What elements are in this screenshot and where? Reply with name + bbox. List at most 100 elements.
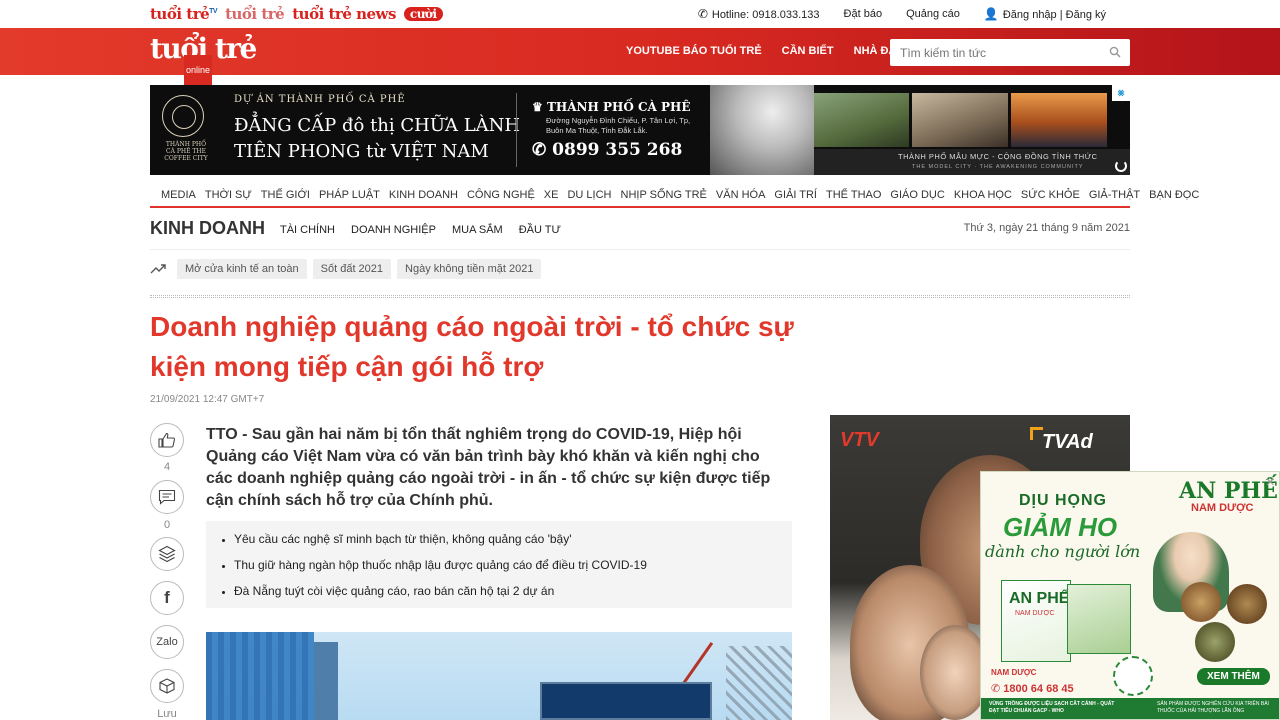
anphe-sticky-ad[interactable]: AN PHẾ NAM DƯỢC DỊU HỌNG GIẢM HO dành ch… [980,471,1280,720]
nav-thoi-su[interactable]: THỜI SỰ [205,189,252,201]
banner-ad[interactable]: THÀNH PHỐ CÀ PHÊ THE COFFEE CITY DỰ ÁN T… [150,85,1130,175]
article-image[interactable] [206,632,792,720]
close-icon[interactable]: × [1266,474,1275,492]
top-bar: tuổi trẻTV tuổi trẻ tuổi trẻ news cười ✆… [0,0,1280,28]
current-date: Thứ 3, ngày 21 tháng 9 năm 2021 [963,222,1130,234]
layers-icon [158,545,176,563]
nav-the-thao[interactable]: THỂ THAO [826,189,881,201]
brand-tuoitre-news[interactable]: tuổi trẻ news [292,5,396,23]
emblem-text: THÀNH PHỐ CÀ PHÊ THE COFFEE CITY [164,141,208,162]
advertise-link[interactable]: Quảng cáo [906,8,960,20]
related-item[interactable]: Đà Nẵng tuýt còi việc quảng cáo, rao bán… [234,582,792,600]
tag-mo-cua-kinh-te[interactable]: Mở cửa kinh tế an toàn [177,259,307,279]
phone-icon: ✆ [697,7,708,21]
save-button[interactable] [150,669,184,703]
banner-photo-sunset [1011,93,1107,147]
banner-photo-interior [912,93,1008,147]
brand-tuoitre-cuoi-tuan[interactable]: tuổi trẻ [225,5,285,23]
search-icon[interactable] [1109,46,1121,58]
section-subnav: TÀI CHÍNH DOANH NGHIỆP MUA SẮM ĐẦU TƯ [280,224,561,236]
anphe-line-3: dành cho người lớn [985,542,1141,561]
nav-du-lich[interactable]: DU LỊCH [567,189,611,201]
comment-count: 0 [163,519,171,531]
image-building [206,632,314,720]
dotted-divider [150,295,1130,298]
publish-date: 21/09/2021 12:47 GMT+7 [150,394,265,405]
save-label: Lưu [157,708,177,720]
banner-line-3: TIÊN PHONG từ VIỆT NAM [234,141,489,162]
coffee-city-emblem [162,95,204,137]
image-building-side [314,642,338,720]
related-item[interactable]: Thu giữ hàng ngàn hộp thuốc nhập lậu đượ… [234,556,792,574]
brand-links: tuổi trẻTV tuổi trẻ tuổi trẻ news cười [150,4,443,24]
nav-phap-luat[interactable]: PHÁP LUẬT [319,189,380,201]
header-nav-youtube[interactable]: YOUTUBE BÁO TUỔI TRẺ [626,45,762,57]
gacp-seal-icon [1113,656,1153,696]
subnav-tai-chinh[interactable]: TÀI CHÍNH [280,224,335,236]
comment-button[interactable] [150,480,184,514]
product-box-title: AN PHẾ [1009,590,1070,607]
see-more-button[interactable]: XEM THÊM [1197,668,1270,685]
anphe-brand-sub: NAM DƯỢC [1191,502,1254,514]
nav-cong-nghe[interactable]: CÔNG NGHỆ [467,189,535,201]
tag-sot-dat[interactable]: Sốt đất 2021 [312,259,392,279]
site-logo[interactable]: tuổi trẻ online [150,34,257,85]
nav-khoa-hoc[interactable]: KHOA HỌC [954,189,1012,201]
zalo-share-button[interactable]: Zalo [150,625,184,659]
subnav-doanh-nghiep[interactable]: DOANH NGHIỆP [351,224,436,236]
banner-photo-aerial [814,93,909,147]
nav-giai-tri[interactable]: GIẢI TRÍ [774,189,817,201]
header-nav-can-biet[interactable]: CẦN BIẾT [782,45,834,57]
section-title[interactable]: KINH DOANH [150,218,265,239]
like-count: 4 [163,461,171,473]
facebook-share-button[interactable]: f [150,581,184,615]
nav-gia-that[interactable]: GIẢ-THẬT [1089,189,1140,201]
adchoices-icon[interactable]: ⨳ [1112,85,1130,101]
anphe-hotline: ✆ 1800 64 68 45 [991,683,1074,695]
top-links: ✆ Hotline: 0918.033.133 Đặt báo Quảng cáo… [698,7,1106,21]
layers-button[interactable] [150,537,184,571]
herb-bowl-icon [1181,582,1221,622]
namduoc-logo: NAM DƯỢC [991,668,1037,677]
subnav-dau-tu[interactable]: ĐẦU TƯ [519,224,561,236]
nav-kinh-doanh[interactable]: KINH DOANH [389,189,458,201]
refresh-icon[interactable] [1115,160,1127,172]
nav-media[interactable]: MEDIA [161,189,196,201]
trending-tags: Mở cửa kinh tế an toàn Sốt đất 2021 Ngày… [150,259,542,279]
thumbs-up-icon [158,432,175,448]
banner-divider [516,93,517,167]
product-box-2 [1067,584,1131,654]
zalo-label: Zalo [156,636,178,648]
nav-van-hoa[interactable]: VĂN HÓA [716,189,766,201]
banner-phone: ✆ 0899 355 268 [532,140,683,160]
facebook-icon: f [164,588,170,607]
nav-suc-khoe[interactable]: SỨC KHỎE [1021,189,1080,201]
brand-tuoitre-tv[interactable]: tuổi trẻTV [150,5,218,23]
herb-bowl-icon [1195,622,1235,662]
nav-nhip-song-tre[interactable]: NHỊP SỐNG TRẺ [621,189,707,201]
subscribe-link[interactable]: Đặt báo [844,8,883,20]
like-button[interactable] [150,423,184,457]
nav-the-gioi[interactable]: THẾ GIỚI [261,189,310,201]
site-header: tuổi trẻ online YOUTUBE BÁO TUỔI TRẺ CẦN… [0,28,1280,85]
banner-address: Đường Nguyễn Đình Chiểu, P. Tân Lợi, Tp,… [546,116,691,135]
subnav-mua-sam[interactable]: MUA SẮM [452,224,503,236]
brand-tuoitre-cuoi[interactable]: cười [403,7,443,21]
tag-ngay-khong-tien-mat[interactable]: Ngày không tiền mặt 2021 [397,259,542,279]
main-nav: MEDIA THỜI SỰ THẾ GIỚI PHÁP LUẬT KINH DO… [150,183,1199,208]
header-nav: YOUTUBE BÁO TUỔI TRẺ CẦN BIẾT NHÀ ĐẤT [626,45,903,57]
article-sapo: TTO - Sau gần hai năm bị tổn thất nghiêm… [206,426,771,509]
logo-subtitle: online [184,55,213,85]
nav-giao-duc[interactable]: GIÁO DỤC [890,189,944,201]
login-link[interactable]: 👤 Đăng nhập | Đăng ký [984,7,1106,21]
banner-brand: ♛ THÀNH PHỐ CÀ PHÊ [532,100,691,114]
search-box [890,39,1130,66]
nav-xe[interactable]: XE [544,189,559,201]
trending-icon [150,264,166,274]
search-input[interactable] [890,39,1100,66]
herb-bowl-icon [1227,584,1267,624]
hotline-link[interactable]: ✆ Hotline: 0918.033.133 [698,7,820,21]
banner-footer-subtext: THE MODEL CITY · THE AWAKENING COMMUNITY [912,164,1084,170]
related-item[interactable]: Yêu cầu các nghệ sĩ minh bạch từ thiện, … [234,530,792,548]
nav-ban-doc[interactable]: BẠN ĐỌC [1149,189,1199,201]
